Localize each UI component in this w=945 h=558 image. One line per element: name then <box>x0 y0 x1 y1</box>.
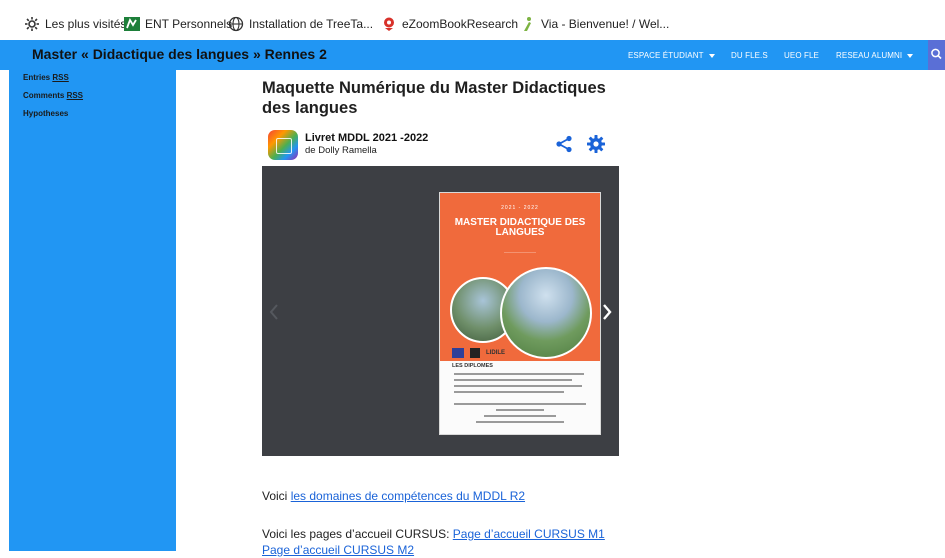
menu-ueo-fle[interactable]: UEO FLE <box>784 51 819 60</box>
chevron-right-icon[interactable] <box>601 303 613 321</box>
bookmark-les-plus-visites[interactable]: Les plus visités <box>24 14 126 34</box>
gear-icon <box>25 17 39 31</box>
cover-text-line <box>454 379 572 381</box>
link-text: Comments <box>23 91 67 100</box>
booklet-cover[interactable]: 2021 - 2022 MASTER DIDACTIQUE DES LANGUE… <box>440 193 600 434</box>
settings-gear-icon[interactable] <box>586 134 606 154</box>
rss-abbr: RSS <box>66 91 84 100</box>
paragraph-text: Voici <box>262 489 291 503</box>
menu-espace-etudiant[interactable]: ESPACE ÉTUDIANT <box>628 51 715 60</box>
cover-email: ———————— <box>504 249 536 254</box>
embed-author: de Dolly Ramella <box>305 145 377 156</box>
page-title: Maquette Numérique du Master Didactiques… <box>262 79 606 117</box>
chevron-left-icon[interactable] <box>268 303 280 321</box>
bookmark-ezoombookresearch[interactable]: eZoomBookResearch <box>381 14 518 34</box>
caret-down-icon <box>708 53 715 58</box>
eu-flag-icon <box>452 348 464 358</box>
cover-logos: LIDILE <box>452 347 505 359</box>
via-logo-icon <box>524 17 531 31</box>
competences-link[interactable]: les domaines de compétences du MDDL R2 <box>291 489 525 503</box>
menu-du-fle-s[interactable]: DU FLE.S <box>731 51 768 60</box>
cover-text-line <box>496 409 544 411</box>
site-title[interactable]: Master « Didactique des langues » Rennes… <box>32 46 327 62</box>
cover-photo-students <box>500 267 592 359</box>
ent-logo-icon <box>124 17 140 31</box>
sidebar <box>9 70 176 551</box>
search-icon <box>931 48 942 60</box>
menu-label: ESPACE ÉTUDIANT <box>628 51 704 60</box>
cover-section-heading: LES DIPLOMES <box>452 363 493 369</box>
ezoom-logo-icon <box>384 17 394 31</box>
rss-abbr: RSS <box>52 73 69 82</box>
cover-title: MASTER DIDACTIQUE DES LANGUES <box>454 217 586 238</box>
rennes2-logo-icon <box>470 348 480 358</box>
globe-icon <box>228 16 244 32</box>
bookmark-label: eZoomBookResearch <box>402 17 519 31</box>
bookmark-label: Installation de TreeTa... <box>249 17 374 31</box>
menu-reseau-alumni[interactable]: RESEAU ALUMNI <box>836 51 914 60</box>
search-button[interactable] <box>928 40 945 70</box>
cover-text-line <box>454 403 586 405</box>
bookmark-label: ENT Personnels <box>145 17 233 31</box>
sidebar-link-entries-rss[interactable]: Entries RSS <box>23 73 69 82</box>
cursus-paragraph: Voici les pages d’accueil CURSUS: Page d… <box>262 526 632 558</box>
cover-year: 2021 - 2022 <box>501 205 539 211</box>
cursus-m1-link[interactable]: Page d’accueil CURSUS M1 <box>453 527 605 541</box>
lidile-logo: LIDILE <box>486 350 505 356</box>
share-icon[interactable] <box>555 135 573 153</box>
embed-title[interactable]: Livret MDDL 2021 -2022 <box>305 132 428 144</box>
sidebar-link-hypotheses[interactable]: Hypotheses <box>23 109 68 118</box>
competences-paragraph: Voici les domaines de compétences du MDD… <box>262 489 525 503</box>
menu-label: UEO FLE <box>784 51 819 60</box>
menu-label: RESEAU ALUMNI <box>836 51 903 60</box>
paragraph-text: Voici les pages d’accueil CURSUS: <box>262 527 453 541</box>
cover-text-line <box>454 391 564 393</box>
sidebar-link-comments-rss[interactable]: Comments RSS <box>23 91 83 100</box>
caret-down-icon <box>907 53 914 58</box>
site-navbar: Master « Didactique des langues » Rennes… <box>0 40 945 70</box>
madmagz-logo-icon[interactable] <box>268 130 298 160</box>
menu-label: DU FLE.S <box>731 51 768 60</box>
bookmarks-bar: Les plus visités ENT Personnels Installa… <box>0 0 945 41</box>
bookmark-via-bienvenue[interactable]: Via - Bienvenue! / Wel... <box>520 14 669 34</box>
bookmark-ent-personnels[interactable]: ENT Personnels <box>124 14 232 34</box>
bookmark-label: Via - Bienvenue! / Wel... <box>541 17 670 31</box>
cursus-m2-link[interactable]: Page d’accueil CURSUS M2 <box>262 543 414 557</box>
cover-text-line <box>484 415 556 417</box>
cover-text-line <box>476 421 564 423</box>
link-text: Hypotheses <box>23 109 69 118</box>
cover-text-line <box>454 385 582 387</box>
link-text: Entries <box>23 73 53 82</box>
bookmark-label: Les plus visités <box>45 17 127 31</box>
cover-text-line <box>454 373 584 375</box>
bookmark-installation-treetagger[interactable]: Installation de TreeTa... <box>228 14 373 34</box>
